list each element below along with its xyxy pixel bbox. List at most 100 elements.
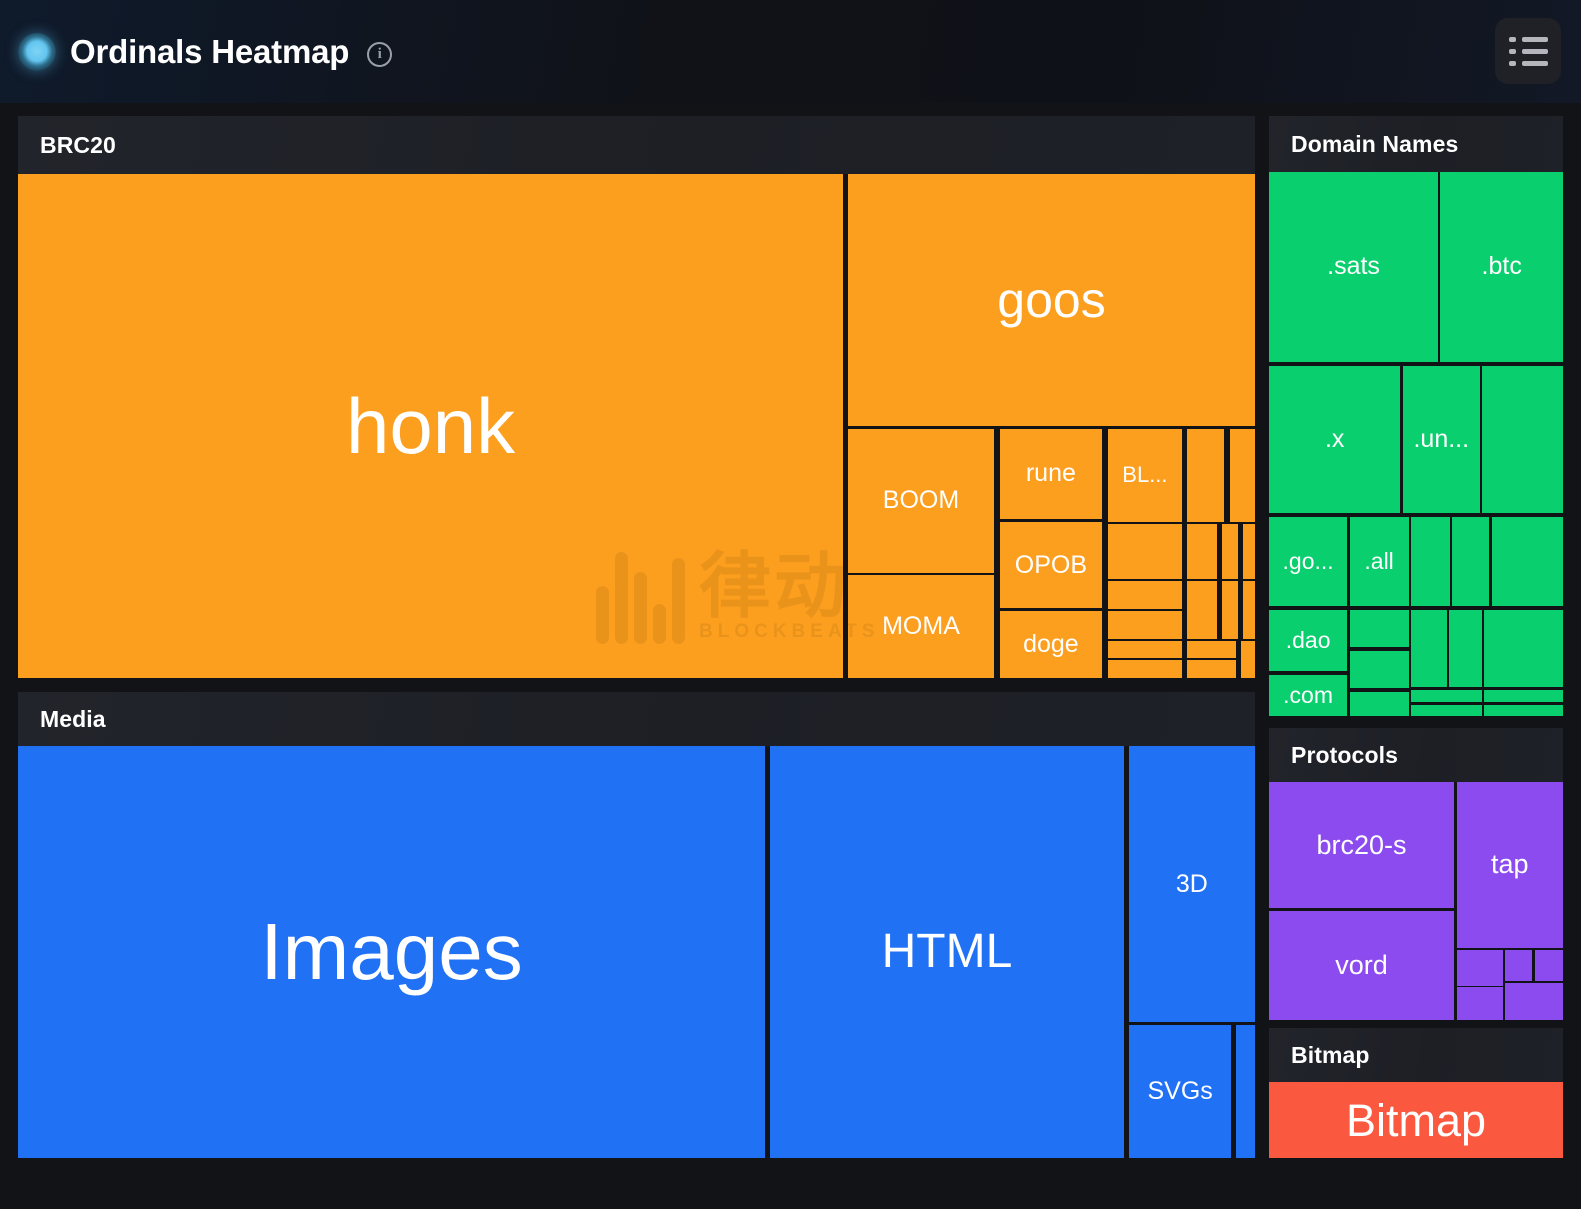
treemap-tile-svgs[interactable]: SVGs — [1128, 1024, 1232, 1158]
treemap-bitmap: Bitmap — [1269, 1082, 1563, 1158]
treemap-tile--go-[interactable]: .go... — [1269, 517, 1348, 607]
section-bitmap: Bitmap Bitmap — [1269, 1028, 1563, 1158]
treemap-tile--all[interactable]: .all — [1349, 517, 1409, 607]
section-title: Media — [40, 705, 106, 732]
tile-label: doge — [1023, 629, 1079, 658]
treemap-tile-tap[interactable]: tap — [1456, 782, 1563, 948]
treemap-tile[interactable] — [1186, 659, 1237, 678]
treemap-tile-opob[interactable]: OPOB — [1000, 521, 1102, 609]
treemap-tile[interactable] — [1411, 705, 1482, 716]
treemap-tile[interactable] — [1107, 640, 1183, 658]
tile-label: goos — [997, 272, 1106, 328]
section-header-bitmap: Bitmap — [1269, 1028, 1563, 1082]
treemap-tile-brc20-s[interactable]: brc20-s — [1269, 782, 1454, 909]
treemap-tile[interactable] — [1349, 609, 1409, 648]
treemap-tile[interactable] — [1186, 523, 1217, 580]
section-header-media: Media — [18, 692, 1255, 746]
tile-label: BOOM — [882, 486, 960, 515]
menu-row — [1508, 60, 1548, 66]
treemap-tile[interactable] — [1349, 650, 1409, 689]
section-media: Media Images HTML 3D SVGs — [18, 692, 1255, 1158]
section-title: Protocols — [1291, 741, 1398, 768]
treemap-tile[interactable] — [1107, 581, 1183, 609]
treemap-tile[interactable] — [1411, 517, 1450, 607]
treemap-tile[interactable] — [1483, 690, 1563, 702]
treemap-tile[interactable] — [1349, 691, 1409, 716]
tile-label: .btc — [1481, 252, 1522, 281]
treemap-tile[interactable] — [1456, 950, 1503, 986]
treemap-tile-html[interactable]: HTML — [770, 746, 1124, 1158]
list-menu-icon-button[interactable] — [1495, 18, 1561, 84]
treemap-tile-images[interactable]: Images — [18, 746, 766, 1158]
treemap-tile[interactable] — [1107, 659, 1183, 678]
treemap-tile--un-[interactable]: .un... — [1402, 366, 1480, 514]
info-icon[interactable]: i — [367, 41, 393, 67]
treemap-tile-bitmap[interactable]: Bitmap — [1269, 1082, 1563, 1158]
section-title: BRC20 — [40, 131, 116, 158]
treemap-tile-bl-[interactable]: BL... — [1107, 429, 1183, 522]
treemap-tile-honk[interactable]: honk — [18, 174, 844, 678]
treemap-tile[interactable] — [1449, 609, 1482, 687]
tile-label: .sats — [1327, 252, 1380, 281]
treemap-tile-doge[interactable]: doge — [1000, 610, 1102, 678]
treemap-media: Images HTML 3D SVGs — [18, 746, 1255, 1158]
treemap-tile[interactable] — [1451, 517, 1490, 607]
tile-label: vord — [1335, 949, 1388, 980]
treemap-tile--btc[interactable]: .btc — [1440, 172, 1563, 362]
treemap-tile[interactable] — [1456, 987, 1503, 1020]
treemap-tile[interactable] — [1483, 609, 1563, 687]
treemap-tile[interactable] — [1186, 640, 1237, 658]
section-domain-names: Domain Names .sats .btc .x .un... .go... .all… — [1269, 116, 1563, 716]
treemap-tile--com[interactable]: .com — [1269, 675, 1348, 716]
treemap-tile-3d[interactable]: 3D — [1128, 746, 1255, 1023]
treemap-protocols: brc20-s vord tap — [1269, 782, 1563, 1020]
treemap-tile[interactable] — [1236, 1024, 1255, 1158]
section-brc20: BRC20 honk goos BOOM MOMA rune OPOB doge BL... — [18, 116, 1255, 678]
tile-label: Images — [260, 907, 523, 996]
treemap-tile[interactable] — [1483, 705, 1563, 716]
tile-label: Bitmap — [1345, 1094, 1487, 1146]
section-header-brc20: BRC20 — [18, 116, 1255, 174]
treemap-tile-rune[interactable]: rune — [1000, 429, 1102, 519]
ordinals-heatmap-app: Ordinals Heatmap i BRC20 honk goos BOOM MOM… — [0, 0, 1581, 1209]
tile-label: BL... — [1122, 462, 1168, 488]
page-title: Ordinals Heatmap — [70, 32, 350, 70]
treemap-tile[interactable] — [1534, 950, 1563, 981]
treemap-tile-moma[interactable]: MOMA — [848, 575, 994, 678]
treemap-tile[interactable] — [1221, 523, 1238, 580]
treemap-tile[interactable] — [1241, 640, 1255, 678]
treemap-tile[interactable] — [1411, 690, 1482, 702]
treemap-domain-names: .sats .btc .x .un... .go... .all .dao .com — [1269, 172, 1563, 716]
treemap-tile[interactable] — [1107, 523, 1183, 580]
treemap-tile[interactable] — [1242, 523, 1255, 580]
treemap-tile[interactable] — [1411, 609, 1447, 687]
treemap-tile[interactable] — [1505, 950, 1533, 981]
brand: Ordinals Heatmap i — [18, 32, 393, 71]
treemap-tile-boom[interactable]: BOOM — [848, 429, 994, 573]
tile-label: brc20-s — [1316, 829, 1407, 860]
treemap-tile[interactable] — [1186, 429, 1225, 522]
treemap-tile[interactable] — [1491, 517, 1563, 607]
treemap-tile--x[interactable]: .x — [1269, 366, 1401, 514]
section-title: Domain Names — [1291, 130, 1459, 157]
glowing-circle-icon — [18, 32, 56, 71]
tile-label: MOMA — [882, 612, 960, 641]
treemap-brc20: honk goos BOOM MOMA rune OPOB doge BL... — [18, 174, 1255, 678]
menu-row — [1508, 48, 1548, 54]
treemap-tile[interactable] — [1186, 581, 1217, 639]
treemap-tile[interactable] — [1221, 581, 1238, 639]
treemap-tile-goos[interactable]: goos — [848, 174, 1255, 426]
treemap-tile-vord[interactable]: vord — [1269, 910, 1454, 1020]
treemap-tile--dao[interactable]: .dao — [1269, 609, 1348, 671]
tile-label: tap — [1491, 849, 1529, 880]
treemap-tile[interactable] — [1107, 610, 1183, 639]
treemap-tile[interactable] — [1230, 429, 1255, 522]
menu-row — [1508, 36, 1548, 42]
tile-label: honk — [345, 382, 516, 470]
treemap-tile[interactable] — [1482, 366, 1563, 514]
tile-label: HTML — [881, 925, 1013, 978]
tile-label: .x — [1324, 425, 1345, 454]
treemap-tile--sats[interactable]: .sats — [1269, 172, 1439, 362]
treemap-tile[interactable] — [1505, 983, 1563, 1020]
treemap-tile[interactable] — [1242, 581, 1255, 639]
